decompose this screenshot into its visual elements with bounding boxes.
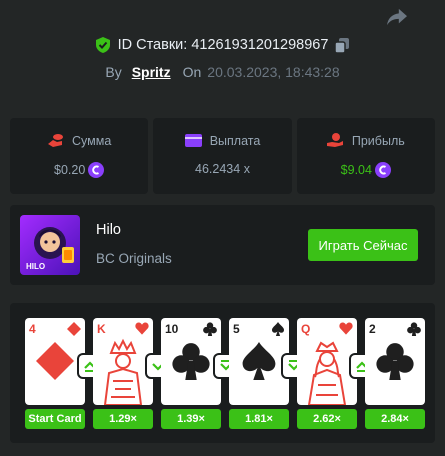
copy-icon[interactable] <box>335 37 350 53</box>
multiplier-badge: 1.39× <box>161 409 221 429</box>
stat-profit: Прибыль $9.04 <box>296 118 435 194</box>
play-now-button[interactable]: Играть Сейчас <box>308 229 418 261</box>
club-icon <box>376 343 414 380</box>
stat-profit-label: Прибыль <box>351 133 405 148</box>
diamond-icon <box>67 322 81 336</box>
card-4-diamonds: 4 <box>25 318 85 405</box>
club-icon <box>407 322 421 336</box>
card-rank: 10 <box>165 322 179 336</box>
card-q-hearts: Q <box>297 318 357 405</box>
on-label: On <box>182 64 202 80</box>
stat-payout-value: 46.2434 x <box>195 162 250 176</box>
heart-icon <box>339 322 353 335</box>
spade-icon <box>242 342 276 380</box>
card-rank: Q <box>301 322 311 336</box>
share-icon[interactable] <box>386 7 408 27</box>
wallet-icon <box>184 134 202 147</box>
stat-amount-value: $0.20 <box>54 163 86 177</box>
stat-amount: Сумма $0.20 <box>10 118 149 194</box>
coin-icon <box>374 162 391 178</box>
game-thumb-label: HILO <box>26 262 46 271</box>
user-link[interactable]: Spritz <box>132 64 171 80</box>
card-rank: 5 <box>233 322 240 336</box>
by-label: By <box>105 64 122 80</box>
multiplier-badge: 1.29× <box>93 409 153 429</box>
king-figure-icon <box>103 338 143 405</box>
club-icon <box>172 343 210 380</box>
bet-author-row: By Spritz On 20.03.2023, 18:43:28 <box>0 64 445 80</box>
hand-coin-icon <box>326 133 343 147</box>
stat-payout: Выплата 46.2434 x <box>153 118 292 194</box>
bet-date: 20.03.2023, 18:43:28 <box>207 64 340 80</box>
spade-icon <box>271 322 285 336</box>
card-k-hearts: K <box>93 318 153 405</box>
bet-stats: Сумма $0.20 Выплата 46.2434 x Прибыль $9… <box>10 118 435 194</box>
multiplier-badge: 2.62× <box>297 409 357 429</box>
multiplier-badge: Start Card <box>25 409 85 429</box>
shield-check-icon <box>95 37 110 53</box>
multiplier-badge: 1.81× <box>229 409 289 429</box>
game-thumbnail[interactable]: HILO <box>20 215 80 275</box>
card-2-clubs: 2 <box>365 318 425 405</box>
game-card: HILO Hilo BC Originals Играть Сейчас <box>10 205 435 285</box>
bet-id-row: ID Ставки: 41261931201298967 <box>0 37 445 53</box>
stat-profit-value: $9.04 <box>340 163 372 177</box>
stat-payout-label: Выплата <box>209 133 261 148</box>
club-icon <box>203 322 217 336</box>
card-history: 4 Start Card K 1.29× 10 1.39× 5 1.81× Q … <box>10 303 435 443</box>
card-5-spades: 5 <box>229 318 289 405</box>
game-title[interactable]: Hilo <box>96 222 121 238</box>
card-rank: 2 <box>369 322 376 336</box>
heart-icon <box>135 322 149 335</box>
coin-stack-icon <box>48 134 64 147</box>
stat-amount-label: Сумма <box>72 133 112 148</box>
multiplier-badge: 2.84× <box>365 409 425 429</box>
bet-id: ID Ставки: 41261931201298967 <box>117 37 329 53</box>
queen-figure-icon <box>307 341 347 405</box>
card-rank: K <box>97 322 106 336</box>
card-rank: 4 <box>29 322 36 336</box>
coin-icon <box>88 162 105 178</box>
card-10-clubs: 10 <box>161 318 221 405</box>
diamond-icon <box>36 342 74 380</box>
game-provider: BC Originals <box>96 251 172 266</box>
